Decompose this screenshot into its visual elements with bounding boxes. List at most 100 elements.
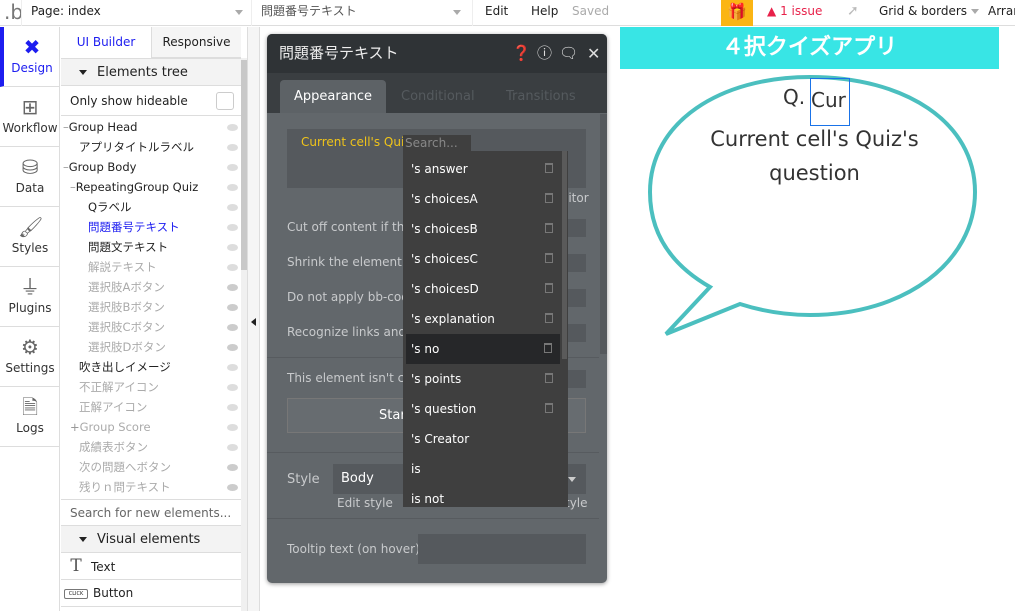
comment-icon[interactable]: 🗨 — [559, 34, 578, 73]
eye-off-icon[interactable] — [227, 484, 238, 491]
rail-logs[interactable]: 🗎 Logs — [0, 387, 60, 447]
trash-icon[interactable] — [545, 373, 553, 383]
tree-item[interactable]: 選択肢Aボタン — [88, 277, 165, 297]
trash-icon[interactable] — [545, 283, 553, 293]
rail-design[interactable]: ✖ Design — [0, 27, 60, 87]
tree-item[interactable]: 解説テキスト — [88, 257, 157, 277]
palette-button[interactable]: CLICK Button — [61, 580, 241, 607]
tree-item[interactable]: 選択肢Bボタン — [88, 297, 165, 317]
tree-item[interactable]: 吹き出しイメージ — [79, 357, 171, 377]
edit-menu[interactable]: Edit — [472, 0, 508, 26]
rail-styles[interactable]: 🖌 Styles — [0, 207, 60, 267]
help-icon[interactable]: ❓ — [512, 34, 531, 73]
trash-icon[interactable] — [545, 163, 553, 173]
dropdown-search-input[interactable]: Search... — [403, 135, 471, 152]
tree-item[interactable]: 問題文テキスト — [88, 237, 168, 257]
tree-item[interactable]: 正解アイコン — [79, 397, 147, 417]
tab-responsive[interactable]: Responsive — [151, 27, 241, 58]
tree-item[interactable]: 不正解アイコン — [79, 377, 159, 397]
eye-icon[interactable] — [227, 244, 238, 251]
tab-appearance[interactable]: Appearance — [280, 80, 387, 113]
only-hideable-checkbox[interactable] — [216, 92, 234, 110]
palette-text[interactable]: T Text — [61, 553, 241, 580]
tab-transitions[interactable]: Transitions — [492, 80, 590, 113]
eye-icon[interactable] — [227, 124, 238, 131]
trash-icon[interactable] — [544, 343, 552, 353]
dropdown-item[interactable]: 's no — [406, 334, 560, 364]
edit-style-link[interactable]: Edit style — [337, 496, 393, 510]
trash-icon[interactable] — [545, 403, 553, 413]
eye-icon[interactable] — [227, 184, 238, 191]
tree-item[interactable]: –RepeatingGroup Quiz — [70, 177, 198, 197]
help-menu[interactable]: Help — [531, 0, 558, 26]
search-elements-input[interactable]: Search for new elements... — [61, 499, 241, 526]
issues-button[interactable]: ▲ 1 issue — [767, 0, 822, 26]
not-clickable-checkbox[interactable] — [567, 370, 586, 388]
dropdown-item[interactable]: 's points — [403, 364, 561, 394]
tab-ui-builder[interactable]: UI Builder — [61, 27, 151, 58]
tree-item[interactable]: 次の問題へボタン — [79, 457, 171, 477]
tab-conditional[interactable]: Conditional — [387, 80, 489, 113]
dropdown-item[interactable]: 's choicesA — [403, 184, 561, 214]
rail-workflow[interactable]: ⊞ Workflow — [0, 87, 60, 147]
arrange-menu[interactable]: Arran — [988, 0, 1015, 26]
tooltip-input[interactable] — [418, 534, 586, 564]
tree-item[interactable]: 選択肢Dボタン — [88, 337, 166, 357]
dropdown-scrollbar[interactable] — [562, 151, 567, 359]
dropdown-item[interactable]: 's choicesB — [403, 214, 561, 244]
dropdown-item[interactable]: 's Creator — [403, 424, 561, 454]
dropdown-item[interactable]: 's answer — [403, 154, 561, 184]
page-select[interactable]: Page: index — [21, 0, 251, 26]
trash-icon[interactable] — [545, 313, 553, 323]
recognize-links-checkbox[interactable] — [567, 324, 586, 342]
rail-plugins[interactable]: ⏚ Plugins — [0, 267, 60, 327]
bbcode-checkbox[interactable] — [567, 289, 586, 307]
eye-icon[interactable] — [227, 144, 238, 151]
eye-off-icon[interactable] — [227, 284, 238, 291]
dropdown-item[interactable]: is not — [403, 484, 561, 507]
grid-borders-menu[interactable]: Grid & borders — [879, 0, 979, 26]
app-title-label[interactable]: ４択クイズアプリ — [620, 27, 999, 69]
tree-item[interactable]: Qラベル — [88, 197, 132, 217]
trash-icon[interactable] — [545, 223, 553, 233]
tree-item[interactable]: 残りｎ問テキスト — [79, 477, 171, 497]
cut-off-checkbox[interactable] — [567, 219, 586, 237]
expand-icon[interactable]: + — [70, 420, 80, 434]
dropdown-item[interactable]: 's explanation — [403, 304, 561, 334]
eye-icon[interactable] — [227, 204, 238, 211]
eye-icon[interactable] — [227, 384, 238, 391]
dropdown-item[interactable]: 's choicesC — [403, 244, 561, 274]
tree-item[interactable]: –Group Head — [63, 117, 138, 137]
tree-item[interactable]: –Group Body — [63, 157, 136, 177]
trash-icon[interactable] — [545, 193, 553, 203]
dropdown-item[interactable]: is — [403, 454, 561, 484]
eye-icon[interactable] — [227, 424, 238, 431]
dropdown-item[interactable]: 's choicesD — [403, 274, 561, 304]
shrink-checkbox[interactable] — [567, 254, 586, 272]
collapse-arrow-icon[interactable] — [251, 318, 256, 326]
eye-icon[interactable] — [227, 164, 238, 171]
tree-item[interactable]: 選択肢Cボタン — [88, 317, 165, 337]
rail-data[interactable]: ⛁ Data — [0, 147, 60, 207]
dropdown-item[interactable]: 's question — [403, 394, 561, 424]
tree-item[interactable]: 問題番号テキスト — [88, 217, 180, 237]
cursor-icon[interactable]: ➚ — [847, 0, 859, 26]
q-label[interactable]: Q. — [783, 85, 805, 109]
eye-icon[interactable] — [227, 364, 238, 371]
rail-settings[interactable]: ⚙ Settings — [0, 327, 60, 387]
only-hideable-toggle[interactable]: Only show hideable — [61, 87, 241, 116]
eye-off-icon[interactable] — [227, 464, 238, 471]
expression-editor-link[interactable]: litor — [565, 191, 589, 205]
info-icon[interactable]: ⓘ — [537, 34, 552, 73]
gift-icon[interactable]: 🎁 — [721, 0, 753, 26]
eye-icon[interactable] — [227, 444, 238, 451]
question-text[interactable]: Current cell's Quiz's question — [702, 122, 927, 190]
tree-item[interactable]: +Group Score — [70, 417, 151, 437]
tree-item[interactable]: アプリタイトルラベル — [79, 137, 194, 157]
eye-icon[interactable] — [227, 404, 238, 411]
question-number-text[interactable]: Cur — [810, 78, 850, 126]
elements-tree-header[interactable]: Elements tree — [61, 58, 241, 86]
create-style-link[interactable]: tyle — [565, 496, 588, 510]
eye-off-icon[interactable] — [227, 344, 238, 351]
trash-icon[interactable] — [545, 253, 553, 263]
